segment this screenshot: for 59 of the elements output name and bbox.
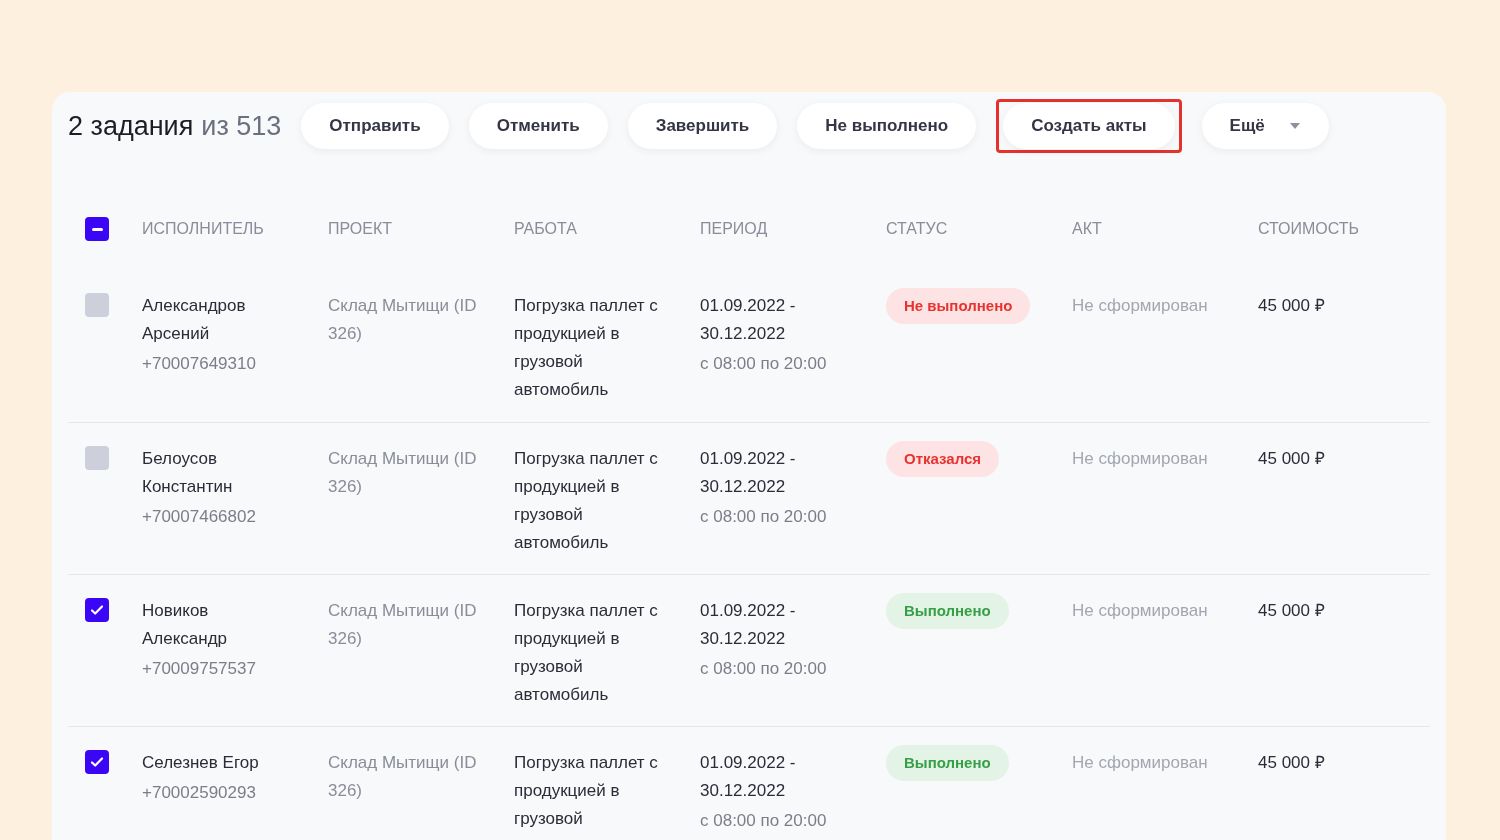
action-button[interactable]: Завершить <box>627 103 778 149</box>
phone-number: +70007649310 <box>142 353 257 375</box>
performer-name: Белоусов Константин <box>142 448 234 498</box>
cost-cell-text: 45 000 ₽ <box>1258 448 1326 470</box>
total-count: из 513 <box>201 109 282 143</box>
checkbox[interactable] <box>85 293 109 317</box>
period-hours: с 08:00 по 20:00 <box>700 353 828 375</box>
project-cell-text: Склад Мытищи (ID 326) <box>328 600 478 650</box>
action-button[interactable]: Не выполнено <box>797 103 977 149</box>
column-header[interactable]: РАБОТА <box>514 215 700 243</box>
period-dates: 01.09.2022 - 30.12.2022 <box>700 448 797 498</box>
performer-name: Александров Арсений <box>142 295 247 345</box>
checkbox[interactable] <box>85 217 109 241</box>
checkbox[interactable] <box>85 750 109 774</box>
check-icon <box>89 602 105 618</box>
action-button[interactable]: Отправить <box>301 103 449 149</box>
performer-name: Селезнев Егор <box>142 752 260 774</box>
column-header[interactable]: ИСПОЛНИТЕЛЬ <box>142 215 328 243</box>
cost-cell-text: 45 000 ₽ <box>1258 600 1326 622</box>
project-cell-text: Склад Мытищи (ID 326) <box>328 295 478 345</box>
column-header[interactable]: СТАТУС <box>886 215 1072 243</box>
period-hours: с 08:00 по 20:00 <box>700 506 828 528</box>
period-dates: 01.09.2022 - 30.12.2022 <box>700 295 797 345</box>
cost-cell-text: 45 000 ₽ <box>1258 752 1326 774</box>
period-hours: с 08:00 по 20:00 <box>700 810 828 832</box>
status-badge: Отказался <box>886 441 1000 477</box>
work-cell-text: Погрузка паллет с продукцией в грузовой <box>514 752 659 830</box>
project-cell-text: Склад Мытищи (ID 326) <box>328 752 478 802</box>
action-button[interactable]: Отменить <box>468 103 608 149</box>
column-header[interactable]: СТОИМОСТЬ <box>1258 215 1430 243</box>
status-badge: Выполнено <box>886 745 1009 781</box>
period-hours: с 08:00 по 20:00 <box>700 658 828 680</box>
act-cell-text: Не сформирован <box>1072 448 1209 470</box>
status-badge: Выполнено <box>886 593 1009 629</box>
caret-icon <box>1288 122 1301 130</box>
checkbox[interactable] <box>85 598 109 622</box>
phone-number: +70007466802 <box>142 506 257 528</box>
act-cell-text: Не сформирован <box>1072 752 1209 774</box>
period-dates: 01.09.2022 - 30.12.2022 <box>700 600 797 650</box>
act-cell-text: Не сформирован <box>1072 600 1209 622</box>
period-dates: 01.09.2022 - 30.12.2022 <box>700 752 797 802</box>
check-icon <box>89 754 105 770</box>
project-cell-text: Склад Мытищи (ID 326) <box>328 448 478 498</box>
checkbox[interactable] <box>85 446 109 470</box>
phone-number: +70009757537 <box>142 658 257 680</box>
work-cell-text: Погрузка паллет с продукцией в грузовой автомобиль <box>514 448 659 554</box>
phone-number: +70002590293 <box>142 782 257 804</box>
column-header[interactable]: ПЕРИОД <box>700 215 886 243</box>
work-cell-text: Погрузка паллет с продукцией в грузовой автомобиль <box>514 295 659 401</box>
more-dropdown[interactable]: Ещё <box>1201 103 1329 149</box>
status-badge: Не выполнено <box>886 288 1031 324</box>
cost-cell-text: 45 000 ₽ <box>1258 295 1326 317</box>
selection-count: 2 задания <box>68 109 194 143</box>
performer-name: Новиков Александр <box>142 600 229 650</box>
action-button[interactable]: Создать акты <box>1003 103 1175 149</box>
act-cell-text: Не сформирован <box>1072 295 1209 317</box>
column-header[interactable]: АКТ <box>1072 215 1258 243</box>
work-cell-text: Погрузка паллет с продукцией в грузовой автомобиль <box>514 600 659 706</box>
column-header[interactable]: ПРОЕКТ <box>328 215 514 243</box>
